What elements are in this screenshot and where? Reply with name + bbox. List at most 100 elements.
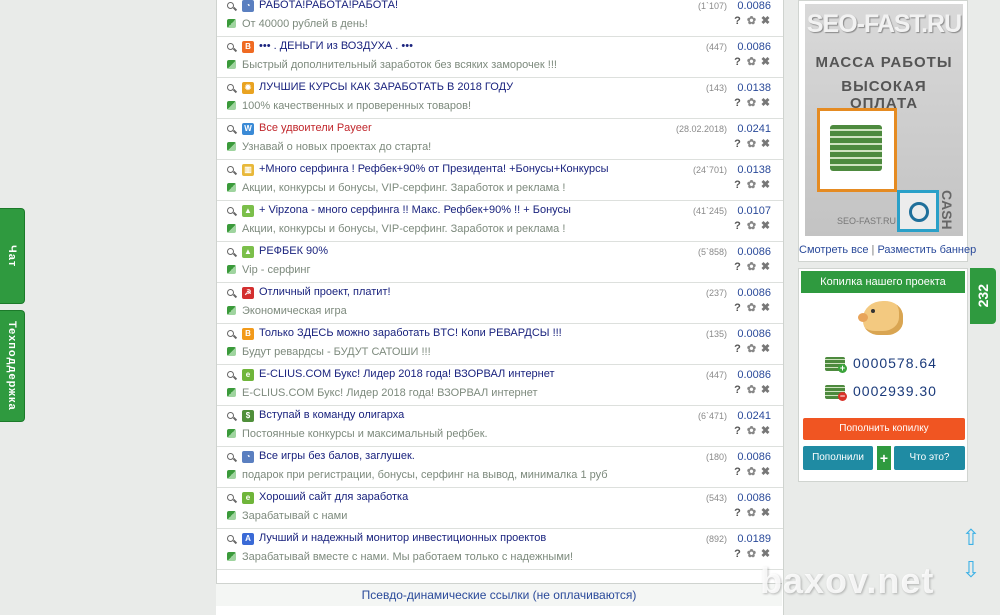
link-title[interactable]: Вступай в команду олигарха	[259, 409, 404, 421]
gear-icon[interactable]: ✿	[746, 16, 757, 27]
question-icon[interactable]: ?	[732, 57, 743, 68]
online-counter[interactable]: 232	[970, 268, 996, 324]
magnifier-icon[interactable]	[227, 43, 236, 52]
magnifier-icon[interactable]	[227, 125, 236, 134]
question-icon[interactable]: ?	[732, 221, 743, 232]
gear-icon[interactable]: ✿	[746, 57, 757, 68]
support-tab-label: Техподдержка	[6, 321, 18, 411]
question-icon[interactable]: ?	[732, 426, 743, 437]
site-icon: ▲	[242, 205, 254, 217]
view-count: (135)	[705, 329, 727, 339]
link-title[interactable]: E-CLIUS.COM Букс! Лидер 2018 года! ВЗОРВ…	[259, 368, 555, 380]
ad-banner[interactable]: SEO-FAST.RU МАССА РАБОТЫ ВЫСОКАЯ ОПЛАТА …	[805, 4, 963, 236]
link-title[interactable]: Только ЗДЕСЬ можно заработать BTC! Копи …	[259, 327, 562, 339]
plus-button[interactable]: +	[877, 446, 891, 470]
question-icon[interactable]: ?	[732, 16, 743, 27]
price: 0.0138	[737, 164, 771, 176]
list-item: ◔ РАБОТА!РАБОТА!РАБОТА! От 40000 рублей в …	[217, 0, 783, 37]
link-title[interactable]: + Vipzona - много серфинга !! Макс. Рефб…	[259, 204, 571, 216]
magnifier-icon[interactable]	[227, 371, 236, 380]
chat-tab-label: Чат	[6, 244, 18, 268]
link-description: Зарабатывай с нами	[242, 510, 348, 522]
leaf-icon	[227, 306, 236, 315]
plus-badge-icon: +	[838, 363, 847, 373]
list-item: ▥ +Много серфинга ! Рефбек+90% от Президе…	[217, 161, 783, 201]
gear-icon[interactable]: ✿	[746, 508, 757, 519]
link-title[interactable]: ••• . ДЕНЬГИ из ВОЗДУХА . •••	[259, 40, 413, 52]
magnifier-icon[interactable]	[227, 2, 236, 11]
view-all-banners-link[interactable]: Смотреть все	[799, 244, 868, 256]
link-title[interactable]: Хороший сайт для заработка	[259, 491, 408, 503]
magnifier-icon[interactable]	[227, 248, 236, 257]
what-is-this-button[interactable]: Что это?	[894, 446, 965, 470]
gear-icon[interactable]: ✿	[746, 180, 757, 191]
link-title[interactable]: Отличный проект, платит!	[259, 286, 391, 298]
close-icon[interactable]: ✖	[760, 467, 771, 478]
gear-icon[interactable]: ✿	[746, 262, 757, 273]
deposited-button[interactable]: Пополнили	[803, 446, 873, 470]
close-icon[interactable]: ✖	[760, 57, 771, 68]
close-icon[interactable]: ✖	[760, 180, 771, 191]
gear-icon[interactable]: ✿	[746, 98, 757, 109]
magnifier-icon[interactable]	[227, 453, 236, 462]
question-icon[interactable]: ?	[732, 549, 743, 560]
close-icon[interactable]: ✖	[760, 344, 771, 355]
link-title[interactable]: Все удвоители Payeer	[259, 122, 372, 134]
leaf-icon	[227, 347, 236, 356]
scroll-up-icon[interactable]: ⇧	[961, 527, 981, 549]
link-title[interactable]: РАБОТА!РАБОТА!РАБОТА!	[259, 0, 398, 11]
question-icon[interactable]: ?	[732, 344, 743, 355]
gear-icon[interactable]: ✿	[746, 139, 757, 150]
close-icon[interactable]: ✖	[760, 16, 771, 27]
top-up-piggy-button[interactable]: Пополнить копилку	[803, 418, 965, 440]
row-actions: ? ✿ ✖	[732, 16, 771, 27]
magnifier-icon[interactable]	[227, 207, 236, 216]
question-icon[interactable]: ?	[732, 385, 743, 396]
gear-icon[interactable]: ✿	[746, 221, 757, 232]
magnifier-icon[interactable]	[227, 535, 236, 544]
link-title[interactable]: ЛУЧШИЕ КУРСЫ КАК ЗАРАБОТАТЬ В 2018 ГОДУ	[259, 81, 513, 93]
gear-icon[interactable]: ✿	[746, 426, 757, 437]
money-stack-icon	[817, 108, 897, 192]
magnifier-icon[interactable]	[227, 84, 236, 93]
question-icon[interactable]: ?	[732, 98, 743, 109]
scroll-down-icon[interactable]: ⇩	[961, 559, 981, 581]
close-icon[interactable]: ✖	[760, 98, 771, 109]
gear-icon[interactable]: ✿	[746, 303, 757, 314]
magnifier-icon[interactable]	[227, 289, 236, 298]
gear-icon[interactable]: ✿	[746, 549, 757, 560]
magnifier-icon[interactable]	[227, 166, 236, 175]
question-icon[interactable]: ?	[732, 303, 743, 314]
magnifier-icon[interactable]	[227, 330, 236, 339]
gear-icon[interactable]: ✿	[746, 385, 757, 396]
chat-tab[interactable]: Чат	[0, 208, 25, 304]
close-icon[interactable]: ✖	[760, 221, 771, 232]
close-icon[interactable]: ✖	[760, 549, 771, 560]
row-actions: ? ✿ ✖	[732, 549, 771, 560]
question-icon[interactable]: ?	[732, 262, 743, 273]
leaf-icon	[227, 429, 236, 438]
close-icon[interactable]: ✖	[760, 139, 771, 150]
link-title[interactable]: +Много серфинга ! Рефбек+90% от Президен…	[259, 163, 609, 175]
link-description: Акции, конкурсы и бонусы, VIP-серфинг. З…	[242, 223, 566, 235]
link-title[interactable]: Все игры без балов, заглушек.	[259, 450, 415, 462]
banner-line2: ВЫСОКАЯ ОПЛАТА	[841, 78, 927, 112]
gear-icon[interactable]: ✿	[746, 344, 757, 355]
magnifier-icon[interactable]	[227, 412, 236, 421]
support-tab[interactable]: Техподдержка	[0, 310, 25, 422]
link-title[interactable]: РЕФБЕК 90%	[259, 245, 328, 257]
link-title[interactable]: Лучший и надежный монитор инвестиционных…	[259, 532, 546, 544]
place-banner-link[interactable]: Разместить баннер	[877, 244, 976, 256]
question-icon[interactable]: ?	[732, 467, 743, 478]
gear-icon[interactable]: ✿	[746, 467, 757, 478]
close-icon[interactable]: ✖	[760, 426, 771, 437]
magnifier-icon[interactable]	[227, 494, 236, 503]
close-icon[interactable]: ✖	[760, 303, 771, 314]
close-icon[interactable]: ✖	[760, 385, 771, 396]
question-icon[interactable]: ?	[732, 180, 743, 191]
close-icon[interactable]: ✖	[760, 262, 771, 273]
question-icon[interactable]: ?	[732, 508, 743, 519]
site-icon: e	[242, 369, 254, 381]
question-icon[interactable]: ?	[732, 139, 743, 150]
close-icon[interactable]: ✖	[760, 508, 771, 519]
